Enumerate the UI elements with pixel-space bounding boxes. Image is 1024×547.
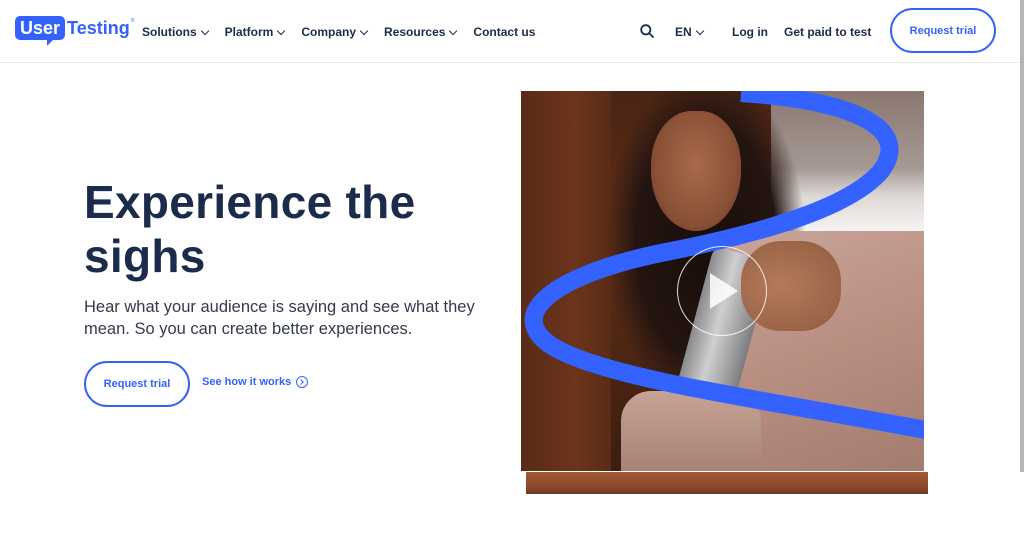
hero-subtitle: Hear what your audience is saying and se…: [84, 298, 475, 338]
nav-item-label: Platform: [224, 25, 274, 39]
logo-registered-mark: ®: [130, 18, 135, 24]
search-icon[interactable]: [640, 24, 654, 38]
see-how-label: See how it works: [202, 376, 292, 388]
hero-request-trial-button[interactable]: Request trial: [84, 361, 190, 407]
nav-item-company[interactable]: Company: [301, 22, 369, 42]
chevron-down-icon: [449, 26, 458, 35]
site-header: User Testing ® Solutions Platform Compan…: [0, 0, 1021, 63]
logo-bubble: User: [15, 16, 66, 46]
request-trial-label: Request trial: [103, 378, 171, 390]
login-label: Log in: [732, 25, 768, 39]
login-link[interactable]: Log in: [732, 22, 768, 42]
chevron-down-icon: [695, 26, 704, 35]
nav-item-label: Resources: [384, 25, 446, 39]
nav-item-label: Contact us: [473, 25, 536, 39]
circle-arrow-right-icon: [296, 376, 309, 388]
nav-item-contact-us[interactable]: Contact us: [473, 22, 535, 42]
nav-item-label: Solutions: [142, 25, 197, 39]
nav-item-label: Company: [301, 25, 357, 39]
language-label: EN: [675, 25, 692, 39]
get-paid-link[interactable]: Get paid to test: [784, 22, 871, 42]
play-icon[interactable]: [677, 246, 767, 336]
page: User Testing ® Solutions Platform Compan…: [0, 0, 1024, 547]
get-paid-label: Get paid to test: [784, 25, 872, 39]
chevron-down-icon: [200, 26, 209, 35]
see-how-it-works-link[interactable]: See how it works: [202, 376, 309, 388]
header-request-trial-button[interactable]: Request trial: [890, 8, 996, 53]
logo-text: Testing: [67, 18, 130, 38]
chevron-down-icon: [359, 26, 369, 35]
image-counter: [526, 472, 928, 494]
request-trial-label: Request trial: [909, 24, 977, 37]
scrollbar[interactable]: [1020, 0, 1024, 472]
language-selector[interactable]: EN: [675, 22, 704, 42]
main-nav: Solutions Platform Company Resources Con…: [142, 22, 552, 42]
nav-item-resources[interactable]: Resources: [384, 22, 458, 42]
hero-title: Experience the sighs: [84, 176, 416, 282]
nav-item-solutions[interactable]: Solutions: [142, 22, 209, 42]
chevron-down-icon: [277, 26, 286, 35]
nav-item-platform[interactable]: Platform: [224, 22, 286, 42]
usertesting-logo[interactable]: User Testing ®: [15, 16, 134, 46]
